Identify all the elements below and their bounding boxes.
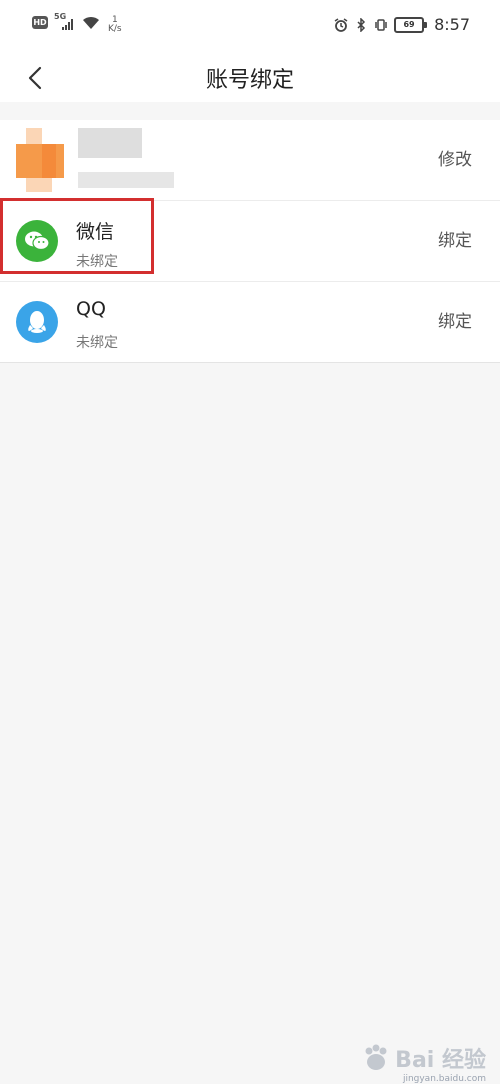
- status-bar: HD 5G 1 K/s 69 8:57: [0, 0, 500, 54]
- account-row-current[interactable]: 修改: [0, 120, 500, 200]
- alarm-icon: [334, 17, 348, 32]
- qq-icon: [16, 301, 58, 343]
- cellular-signal-icon: 5G: [54, 12, 76, 32]
- bind-qq-button[interactable]: 绑定: [438, 282, 472, 362]
- header: 账号绑定: [0, 54, 500, 102]
- watermark-text: Bai 经验: [395, 1048, 486, 1073]
- paw-logo-icon: [365, 1044, 387, 1070]
- account-name-qq: QQ: [76, 298, 106, 320]
- modify-button[interactable]: 修改: [438, 120, 472, 200]
- vibrate-icon: [375, 18, 387, 31]
- wifi-icon: [83, 16, 99, 29]
- blurred-username: [78, 128, 142, 158]
- clock: 8:57: [434, 15, 470, 34]
- bluetooth-icon: [357, 17, 366, 32]
- page-title: 账号绑定: [205, 68, 294, 93]
- hd-icon: HD: [32, 16, 48, 29]
- avatar: [16, 128, 64, 192]
- bind-status-qq: 未绑定: [76, 335, 118, 351]
- highlight-annotation-box: [0, 198, 154, 274]
- watermark-url: jingyan.baidu.com: [402, 1074, 486, 1084]
- network-speed: 1 K/s: [108, 15, 122, 34]
- blurred-account-id: [78, 172, 174, 188]
- baidu-jingyan-watermark: Bai 经验: [361, 1042, 486, 1074]
- battery-icon: 69: [394, 16, 428, 33]
- bind-wechat-button[interactable]: 绑定: [438, 201, 472, 281]
- account-row-qq[interactable]: QQ 未绑定 绑定: [0, 281, 500, 362]
